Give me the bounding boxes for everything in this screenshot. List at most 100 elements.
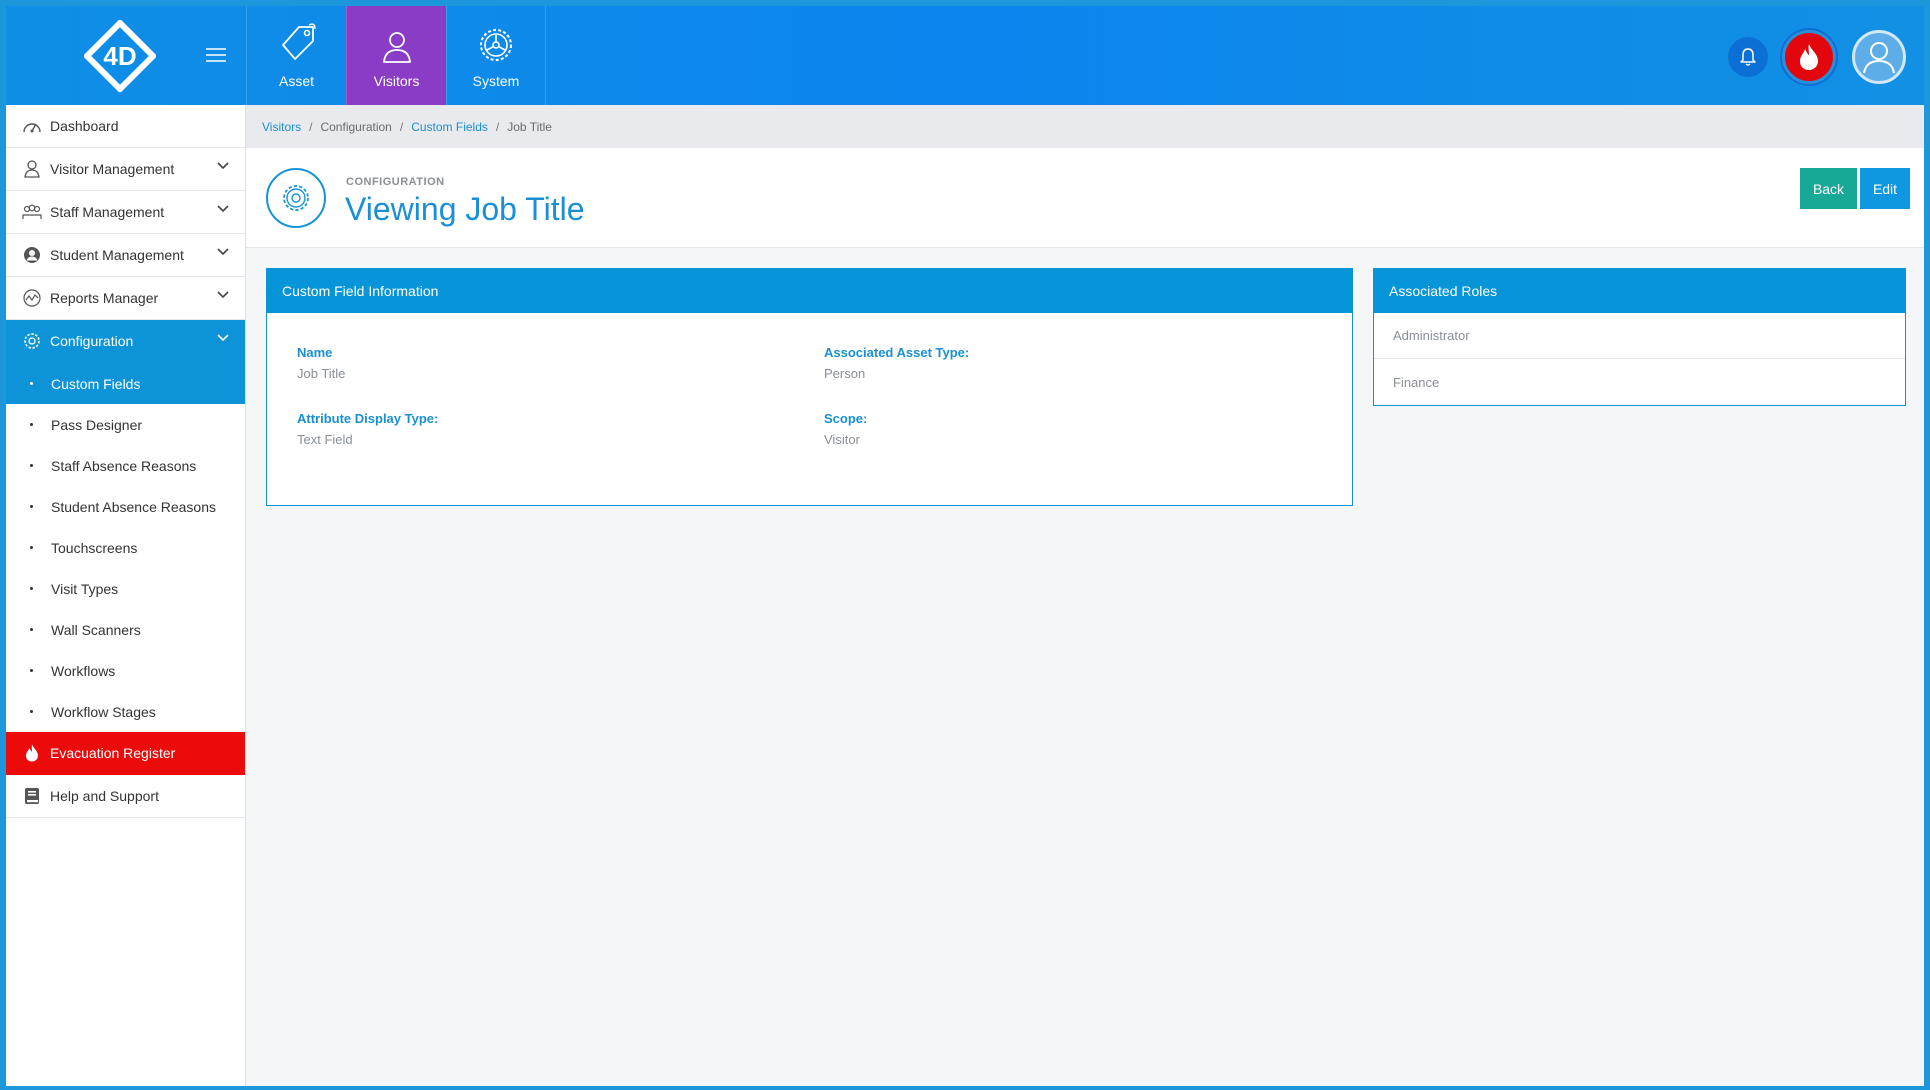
back-button[interactable]: Back [1800,168,1857,209]
gauge-icon [22,116,42,136]
sidebar-sub-label: Workflow Stages [51,703,156,720]
topnav-system[interactable]: System [446,6,546,105]
bullet [30,382,33,385]
chart-icon [22,288,42,308]
sidebar-item-evacuation-register[interactable]: Evacuation Register [6,732,245,775]
gear-icon [480,29,512,61]
sidebar-sub-label: Student Absence Reasons [51,498,217,515]
sidebar-sub-custom-fields[interactable]: Custom Fields [6,363,245,404]
menu-toggle-icon[interactable] [206,48,226,64]
topnav-visitors[interactable]: Visitors [346,6,446,105]
topnav-system-label: System [472,73,520,89]
bullet [30,546,33,549]
breadcrumb-separator: / [399,119,404,134]
sidebar-item-student-management[interactable]: Student Management [6,234,245,277]
panel-title: Custom Field Information [267,269,1352,313]
notifications-button[interactable] [1728,37,1768,77]
page-title: Viewing Job Title [345,191,585,227]
evacuation-button[interactable] [1782,30,1836,84]
chevron-down-icon [217,248,229,256]
tag-icon [281,23,316,60]
sidebar-sub-touchscreens[interactable]: Touchscreens [6,527,245,568]
role-row: Administrator [1374,313,1905,359]
asset-type-value: Person [824,366,866,381]
sidebar-item-help-support[interactable]: Help and Support [6,775,245,818]
gear-icon [22,331,42,351]
bullet [30,587,33,590]
name-value: Job Title [297,366,346,381]
sidebar-item-dashboard[interactable]: Dashboard [6,105,245,148]
sidebar-sub-label: Touchscreens [51,539,138,556]
scope-label: Scope: [824,411,868,426]
sidebar-sub-pass-designer[interactable]: Pass Designer [6,404,245,445]
chevron-down-icon [217,162,229,170]
sidebar-item-visitor-management[interactable]: Visitor Management [6,148,245,191]
breadcrumb-custom-fields[interactable]: Custom Fields [411,120,488,134]
chevron-down-icon [217,291,229,299]
custom-field-info-panel: Custom Field Information Name Job Title … [266,268,1353,506]
sidebar-item-configuration[interactable]: Configuration [6,320,245,363]
person-icon [22,159,42,179]
bullet [30,710,33,713]
4d-logo[interactable]: 4D [84,20,156,92]
bullet [30,505,33,508]
sidebar-item-label: Dashboard [50,118,119,134]
breadcrumb-current: Job Title [507,119,552,134]
top-bar: 4D Asset Visitors System [6,6,1924,105]
sidebar-sub-label: Visit Types [51,580,119,597]
sidebar-sub-wall-scanners[interactable]: Wall Scanners [6,609,245,650]
bullet [30,669,33,672]
page-kicker: CONFIGURATION [346,176,445,188]
breadcrumb: Visitors / Configuration / Custom Fields… [246,105,1924,148]
topnav-asset-label: Asset [278,73,314,89]
flame-icon [1800,44,1818,70]
sidebar-sub-workflows[interactable]: Workflows [6,650,245,691]
breadcrumb-separator: / [309,119,313,134]
top-nav: Asset Visitors System [246,6,546,105]
sidebar-item-staff-management[interactable]: Staff Management [6,191,245,234]
person-icon [382,32,411,63]
sidebar-sub-label: Wall Scanners [51,621,141,638]
bullet [30,628,33,631]
sidebar-sub-workflow-stages[interactable]: Workflow Stages [6,691,245,732]
asset-type-label: Associated Asset Type: [824,345,970,360]
sidebar-item-label: Evacuation Register [50,745,176,761]
user-avatar[interactable] [1852,30,1906,84]
top-right-actions [1728,30,1906,84]
edit-button[interactable]: Edit [1860,168,1910,209]
bell-icon [1740,48,1756,66]
breadcrumb-configuration: Configuration [320,119,392,134]
sidebar-item-label: Student Management [50,247,184,263]
configuration-gear-icon [266,168,326,228]
bullet [30,423,33,426]
chevron-down-icon [217,334,229,342]
scope-value: Visitor [824,432,860,447]
sidebar-item-label: Staff Management [50,204,165,220]
user-icon [1863,42,1895,74]
breadcrumb-visitors[interactable]: Visitors [262,120,301,134]
svg-text:4D: 4D [103,41,136,71]
sidebar-sub-student-absence-reasons[interactable]: Student Absence Reasons [6,486,245,527]
sidebar-item-label: Help and Support [50,788,159,804]
topnav-asset[interactable]: Asset [246,6,346,105]
sidebar-sub-staff-absence-reasons[interactable]: Staff Absence Reasons [6,445,245,486]
sidebar-item-reports-manager[interactable]: Reports Manager [6,277,245,320]
bullet [30,464,33,467]
sidebar-sub-label: Workflows [51,662,116,679]
chevron-down-icon [217,205,229,213]
display-type-label: Attribute Display Type: [297,411,439,426]
name-label: Name [297,345,333,360]
app-frame: 4D Asset Visitors System Dashboard Visit… [6,6,1924,1086]
sidebar-sub-visit-types[interactable]: Visit Types [6,568,245,609]
sidebar: Dashboard Visitor Management Staff Manag… [6,105,246,1086]
sidebar-item-label: Reports Manager [50,290,159,306]
page-header: CONFIGURATION Viewing Job Title Back Edi… [246,148,1924,248]
logo-area: 4D [6,6,246,105]
panel-title: Associated Roles [1374,269,1905,313]
display-type-value: Text Field [297,432,353,447]
sidebar-item-label: Configuration [50,333,134,349]
sidebar-sub-label: Pass Designer [51,416,143,433]
sidebar-item-label: Visitor Management [50,161,175,177]
flame-icon [22,743,42,763]
book-icon [22,786,42,806]
